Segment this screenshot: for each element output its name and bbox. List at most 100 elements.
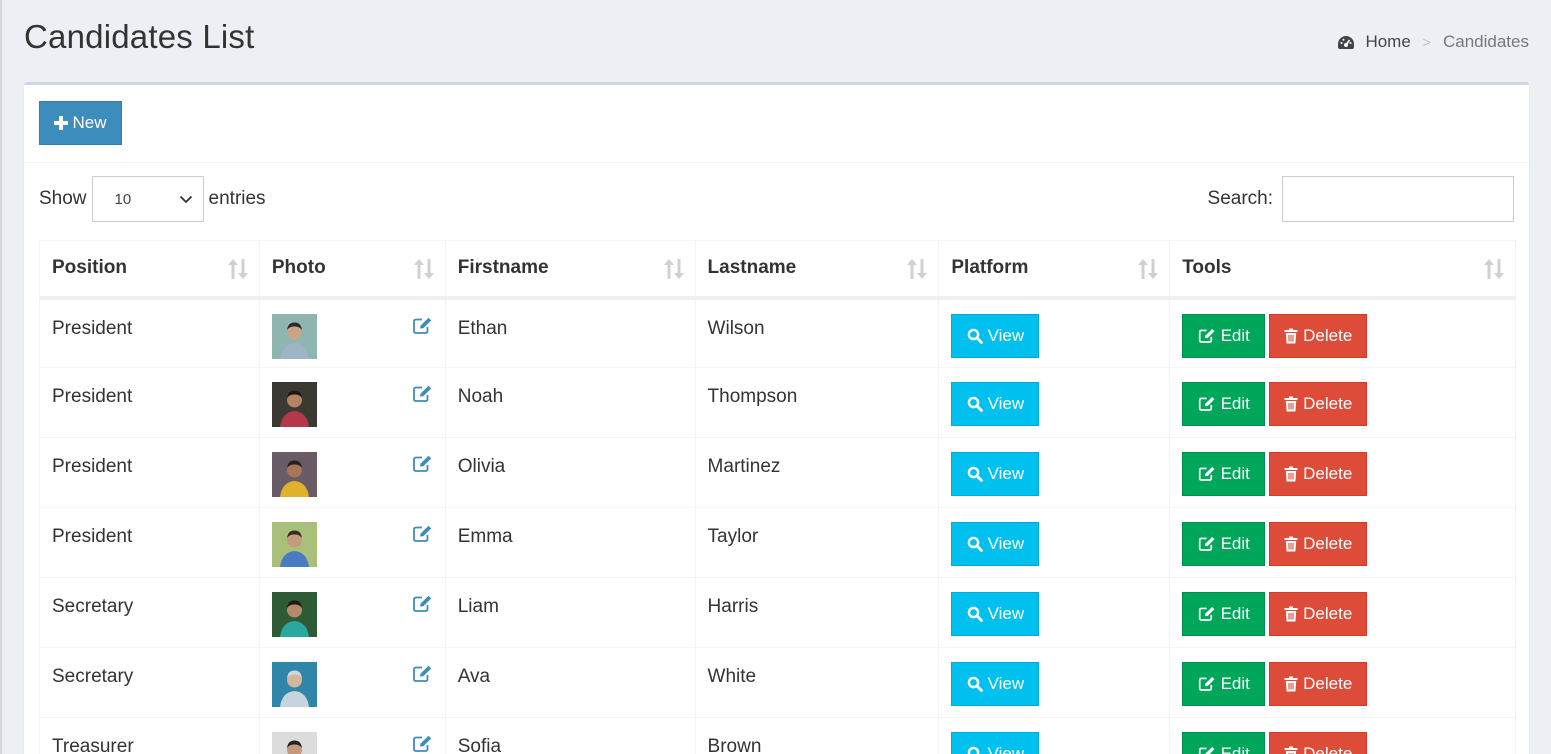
edit-button[interactable]: Edit bbox=[1182, 592, 1266, 636]
column-header-platform[interactable]: Platform bbox=[938, 240, 1171, 300]
search-icon bbox=[967, 746, 979, 754]
edit-photo-icon[interactable] bbox=[412, 525, 433, 543]
firstname-cell: Liam bbox=[445, 577, 696, 648]
table-row: President Emma Taylor View Edit Delete bbox=[39, 507, 1516, 578]
position-cell: President bbox=[39, 297, 260, 368]
photo-cell bbox=[259, 437, 446, 508]
delete-button[interactable]: Delete bbox=[1269, 313, 1368, 358]
edit-icon bbox=[1198, 466, 1215, 481]
breadcrumb-home-label: Home bbox=[1365, 32, 1411, 51]
edit-button[interactable]: Edit bbox=[1182, 382, 1266, 426]
lastname-cell: Taylor bbox=[695, 507, 940, 578]
position-cell: President bbox=[39, 367, 260, 438]
view-platform-button[interactable]: View bbox=[951, 522, 1040, 566]
delete-button[interactable]: Delete bbox=[1269, 452, 1368, 496]
show-label: Show bbox=[39, 188, 87, 209]
platform-cell: View bbox=[938, 367, 1171, 438]
edit-button[interactable]: Edit bbox=[1182, 662, 1266, 706]
delete-button[interactable]: Delete bbox=[1269, 382, 1368, 426]
edit-icon bbox=[1198, 396, 1215, 411]
delete-button-label: Delete bbox=[1303, 325, 1353, 345]
search-icon bbox=[967, 606, 983, 622]
column-header-lastname[interactable]: Lastname bbox=[695, 240, 940, 300]
delete-button[interactable]: Delete bbox=[1269, 662, 1368, 706]
position-cell: Treasurer bbox=[39, 717, 260, 754]
tools-cell: Edit Delete bbox=[1169, 717, 1516, 754]
plus-icon bbox=[54, 116, 69, 130]
edit-photo-icon[interactable] bbox=[412, 665, 433, 683]
table-row: Secretary Liam Harris View Edit Delete bbox=[39, 577, 1516, 648]
view-platform-button[interactable]: View bbox=[951, 662, 1040, 706]
edit-button-label: Edit bbox=[1220, 394, 1250, 413]
table-header-row: Position Photo Firstname Lastname Platfo… bbox=[39, 240, 1516, 300]
search-input[interactable] bbox=[1282, 176, 1514, 222]
column-header-tools[interactable]: Tools bbox=[1169, 240, 1516, 300]
tools-cell: Edit Delete bbox=[1169, 437, 1516, 508]
new-candidate-button[interactable]: New bbox=[39, 101, 122, 145]
platform-cell: View bbox=[938, 577, 1171, 648]
edit-button-label: Edit bbox=[1220, 464, 1250, 483]
view-platform-button[interactable]: View bbox=[951, 382, 1040, 426]
view-platform-button[interactable]: View bbox=[951, 732, 1040, 754]
table-row: President Noah Thompson View Edit Delete bbox=[39, 367, 1516, 438]
edit-button-label: Edit bbox=[1220, 604, 1250, 623]
delete-button[interactable]: Delete bbox=[1269, 522, 1368, 566]
view-button-label: View bbox=[987, 604, 1025, 623]
platform-cell: View bbox=[938, 297, 1171, 368]
view-button-label: View bbox=[987, 534, 1025, 553]
view-platform-button[interactable]: View bbox=[951, 313, 1040, 358]
edit-photo-icon[interactable] bbox=[412, 595, 433, 613]
view-platform-button[interactable]: View bbox=[951, 452, 1040, 496]
page-length-control: Show 10 entries bbox=[39, 176, 266, 222]
column-header-firstname[interactable]: Firstname bbox=[445, 240, 696, 300]
candidate-photo bbox=[271, 662, 317, 707]
breadcrumb-home-link[interactable]: Home bbox=[1337, 32, 1411, 52]
platform-cell: View bbox=[938, 437, 1171, 508]
platform-cell: View bbox=[938, 647, 1171, 718]
candidate-photo bbox=[271, 732, 317, 754]
table-row: President Ethan Wilson View Edit Delete bbox=[39, 297, 1516, 368]
firstname-cell: Ava bbox=[445, 647, 696, 718]
edit-icon bbox=[1198, 328, 1215, 343]
sidebar-edge bbox=[0, 0, 2, 754]
photo-cell bbox=[259, 647, 446, 718]
edit-photo-icon[interactable] bbox=[412, 735, 433, 753]
delete-button-label: Delete bbox=[1303, 744, 1353, 754]
edit-button[interactable]: Edit bbox=[1182, 313, 1266, 358]
view-platform-button[interactable]: View bbox=[951, 592, 1040, 636]
tools-cell: Edit Delete bbox=[1169, 577, 1516, 648]
page-length-select[interactable]: 10 bbox=[91, 176, 204, 222]
dashboard-icon bbox=[1338, 35, 1355, 49]
breadcrumb-current: Candidates bbox=[1442, 32, 1529, 51]
lastname-cell: Wilson bbox=[695, 297, 940, 368]
search-icon bbox=[967, 466, 983, 482]
tools-cell: Edit Delete bbox=[1169, 297, 1516, 368]
search-icon bbox=[967, 396, 983, 412]
edit-button-label: Edit bbox=[1220, 325, 1250, 345]
sort-icon bbox=[1484, 259, 1504, 279]
candidate-photo bbox=[271, 452, 317, 497]
position-cell: Secretary bbox=[39, 577, 260, 648]
platform-cell: View bbox=[938, 717, 1171, 754]
edit-photo-icon[interactable] bbox=[412, 385, 433, 403]
search-control: Search: bbox=[1208, 176, 1514, 222]
firstname-cell: Emma bbox=[445, 507, 696, 578]
firstname-cell: Ethan bbox=[445, 297, 696, 368]
edit-button[interactable]: Edit bbox=[1182, 732, 1266, 754]
column-header-photo[interactable]: Photo bbox=[259, 240, 446, 300]
edit-photo-icon[interactable] bbox=[412, 455, 433, 473]
delete-button[interactable]: Delete bbox=[1269, 732, 1368, 754]
edit-button[interactable]: Edit bbox=[1182, 522, 1266, 566]
edit-photo-icon[interactable] bbox=[412, 317, 433, 335]
entries-label: entries bbox=[208, 188, 266, 209]
delete-button[interactable]: Delete bbox=[1269, 592, 1368, 636]
edit-button[interactable]: Edit bbox=[1182, 452, 1266, 496]
platform-cell: View bbox=[938, 507, 1171, 578]
sort-icon bbox=[1138, 259, 1159, 279]
content-header: Candidates List Home > Candidates bbox=[24, 18, 1529, 68]
candidates-table: Position Photo Firstname Lastname Platfo… bbox=[39, 240, 1516, 754]
firstname-cell: Sofia bbox=[445, 717, 696, 754]
search-icon bbox=[967, 536, 983, 552]
column-header-position[interactable]: Position bbox=[39, 240, 260, 300]
datatable-controls: Show 10 entries Search: bbox=[39, 176, 1514, 222]
